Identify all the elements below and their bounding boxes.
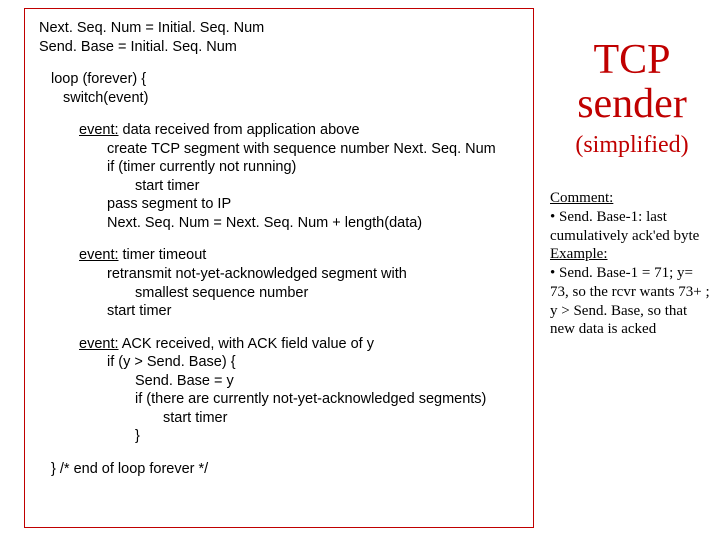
slide-title: TCP sender <box>550 38 714 126</box>
code-line: create TCP segment with sequence number … <box>107 140 519 159</box>
code-line: retransmit not-yet-acknowledged segment … <box>107 265 519 284</box>
code-line: Next. Seq. Num = Initial. Seq. Num <box>39 19 519 38</box>
code-line: Next. Seq. Num = Next. Seq. Num + length… <box>107 214 519 233</box>
example-heading: Example: <box>550 246 607 262</box>
code-line: event: timer timeout <box>79 246 519 265</box>
event-text: ACK received, with ACK field value of y <box>119 336 375 352</box>
event-keyword: event: <box>79 336 119 352</box>
comment-heading: Comment: <box>550 190 613 206</box>
event-keyword: event: <box>79 122 119 138</box>
code-line: loop (forever) { <box>51 70 519 89</box>
code-line: event: ACK received, with ACK field valu… <box>79 335 519 354</box>
comment-text: • Send. Base-1: last cumulatively ack'ed… <box>550 209 699 244</box>
code-line: if (there are currently not-yet-acknowle… <box>135 390 519 409</box>
code-line: start timer <box>163 409 519 428</box>
code-line: if (y > Send. Base) { <box>107 353 519 372</box>
code-line: event: data received from application ab… <box>79 121 519 140</box>
event-text: timer timeout <box>119 247 207 263</box>
code-line: Send. Base = Initial. Seq. Num <box>39 38 519 57</box>
code-line: } <box>135 427 519 446</box>
pseudocode-box: Next. Seq. Num = Initial. Seq. Num Send.… <box>24 8 534 528</box>
comment-block: Comment: • Send. Base-1: last cumulative… <box>550 189 714 339</box>
code-line: start timer <box>107 302 519 321</box>
right-column: TCP sender (simplified) Comment: • Send.… <box>550 38 714 339</box>
example-text: • Send. Base-1 = 71; y= 73, so the rcvr … <box>550 265 710 300</box>
code-line: switch(event) <box>63 89 519 108</box>
code-line: pass segment to IP <box>107 195 519 214</box>
code-line: smallest sequence number <box>135 284 519 303</box>
slide-subtitle: (simplified) <box>550 132 714 159</box>
code-line: } /* end of loop forever */ <box>51 460 519 479</box>
example-text: y > Send. Base, so that new data is acke… <box>550 303 687 338</box>
code-line: start timer <box>135 177 519 196</box>
code-line: Send. Base = y <box>135 372 519 391</box>
event-keyword: event: <box>79 247 119 263</box>
code-line: if (timer currently not running) <box>107 158 519 177</box>
event-text: data received from application above <box>119 122 360 138</box>
